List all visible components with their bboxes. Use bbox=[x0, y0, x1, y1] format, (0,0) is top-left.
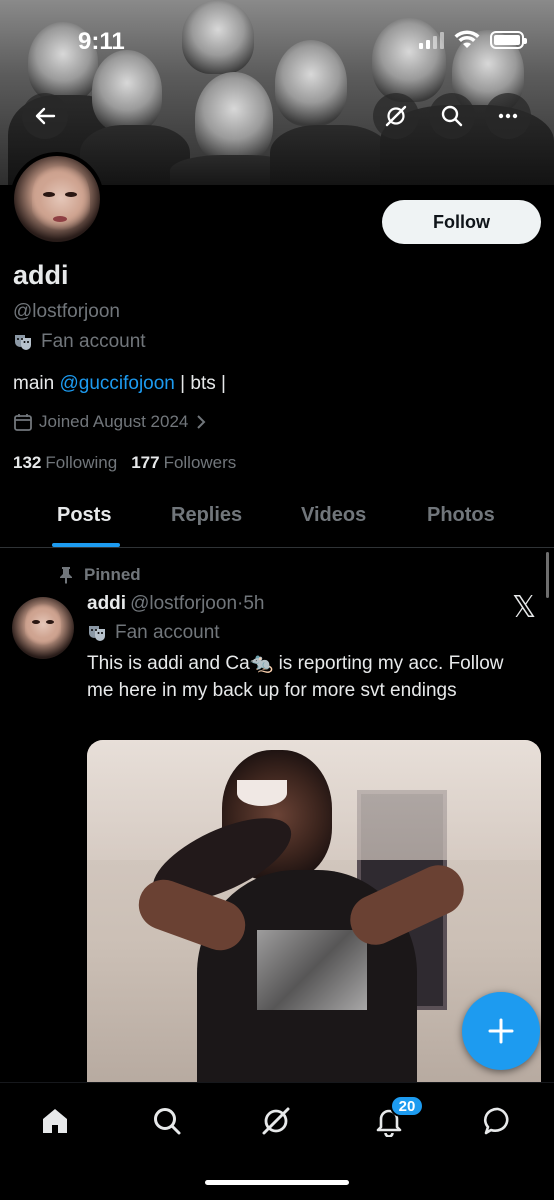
following-label: Following bbox=[45, 453, 118, 472]
post-time[interactable]: 5h bbox=[243, 593, 264, 614]
more-button[interactable] bbox=[485, 93, 531, 139]
status-time: 9:11 bbox=[78, 28, 125, 55]
bio-prefix: main bbox=[13, 373, 60, 394]
search-icon bbox=[154, 1108, 181, 1135]
avatar-eye bbox=[65, 192, 77, 197]
followers-count: 177 bbox=[131, 453, 160, 472]
bio-mention-link[interactable]: @guccifojoon bbox=[59, 373, 174, 394]
post-author-handle[interactable]: @lostforjoon bbox=[130, 593, 237, 614]
post-category-label: Fan account bbox=[115, 622, 220, 643]
profile-bio: main @guccifojoon | bts | bbox=[13, 373, 226, 395]
follow-counts: 132 Following 177 Followers bbox=[13, 453, 236, 473]
notifications-badge: 20 bbox=[390, 1095, 424, 1117]
post-author-name[interactable]: addi bbox=[87, 593, 126, 614]
search-button[interactable] bbox=[429, 93, 475, 139]
profile-banner[interactable]: 9:11 bbox=[0, 0, 554, 185]
grok-icon bbox=[385, 105, 407, 127]
status-bar: 9:11 bbox=[0, 0, 554, 90]
active-tab-indicator bbox=[52, 543, 120, 547]
masks-icon bbox=[89, 626, 105, 641]
avatar-lips bbox=[53, 216, 67, 222]
compose-button[interactable] bbox=[462, 992, 540, 1070]
avatar-eye bbox=[43, 192, 55, 197]
pinned-indicator: Pinned bbox=[58, 565, 141, 585]
tab-videos[interactable]: Videos bbox=[301, 504, 366, 527]
followers-label: Followers bbox=[163, 453, 237, 472]
more-icon bbox=[498, 113, 518, 119]
post-text: This is addi and Ca🐀 is reporting my acc… bbox=[87, 653, 504, 701]
pin-icon bbox=[60, 567, 72, 584]
pinned-label: Pinned bbox=[84, 565, 141, 584]
banner-figure bbox=[270, 125, 390, 185]
status-icons bbox=[419, 30, 527, 50]
plus-icon bbox=[488, 1018, 514, 1044]
joined-label: Joined August 2024 bbox=[39, 412, 189, 431]
following-count: 132 bbox=[13, 453, 42, 472]
search-icon bbox=[441, 105, 463, 127]
chevron-right-icon bbox=[197, 415, 206, 429]
bio-suffix: | bts | bbox=[174, 373, 226, 394]
avatar-face bbox=[25, 601, 61, 653]
x-logo-icon: 𝕏 bbox=[512, 590, 537, 625]
post-header: addi @lostforjoon·5h bbox=[87, 593, 264, 615]
scrollbar[interactable] bbox=[546, 552, 549, 598]
grok-icon bbox=[262, 1107, 290, 1135]
profile-tabs: Posts Replies Videos Photos bbox=[0, 492, 554, 548]
signal-icon bbox=[419, 31, 444, 49]
home-indicator bbox=[205, 1180, 349, 1185]
tab-replies[interactable]: Replies bbox=[171, 504, 242, 527]
tab-photos[interactable]: Photos bbox=[427, 504, 495, 527]
home-icon bbox=[43, 1109, 67, 1133]
battery-icon bbox=[490, 31, 527, 49]
calendar-icon bbox=[14, 414, 32, 431]
nav-grok[interactable] bbox=[256, 1101, 296, 1141]
post-author-avatar[interactable] bbox=[12, 597, 74, 659]
profile-name: addi bbox=[13, 260, 69, 290]
avatar-eye bbox=[46, 620, 54, 624]
wifi-icon bbox=[454, 30, 480, 48]
profile-category: Fan account bbox=[13, 331, 146, 353]
nav-messages[interactable] bbox=[478, 1101, 518, 1141]
profile-handle: @lostforjoon bbox=[13, 301, 120, 322]
post-author-category: Fan account bbox=[87, 622, 220, 644]
following-link[interactable]: 132 Following bbox=[13, 453, 117, 473]
profile-category-label: Fan account bbox=[41, 331, 146, 352]
profile-avatar[interactable] bbox=[10, 152, 104, 246]
back-button[interactable] bbox=[22, 93, 68, 139]
followers-link[interactable]: 177 Followers bbox=[131, 453, 236, 473]
media-figure-smile bbox=[237, 780, 287, 806]
masks-icon bbox=[15, 335, 31, 350]
follow-button[interactable]: Follow bbox=[382, 200, 541, 244]
back-arrow-icon bbox=[35, 107, 56, 125]
grok-button[interactable] bbox=[373, 93, 419, 139]
nav-home[interactable] bbox=[35, 1101, 75, 1141]
messages-icon bbox=[483, 1107, 509, 1135]
nav-search[interactable] bbox=[147, 1101, 187, 1141]
tab-posts[interactable]: Posts bbox=[57, 504, 111, 527]
avatar-eye bbox=[32, 620, 40, 624]
media-shirt-print bbox=[257, 930, 367, 1010]
joined-date[interactable]: Joined August 2024 bbox=[13, 412, 208, 432]
avatar-face bbox=[32, 162, 90, 242]
